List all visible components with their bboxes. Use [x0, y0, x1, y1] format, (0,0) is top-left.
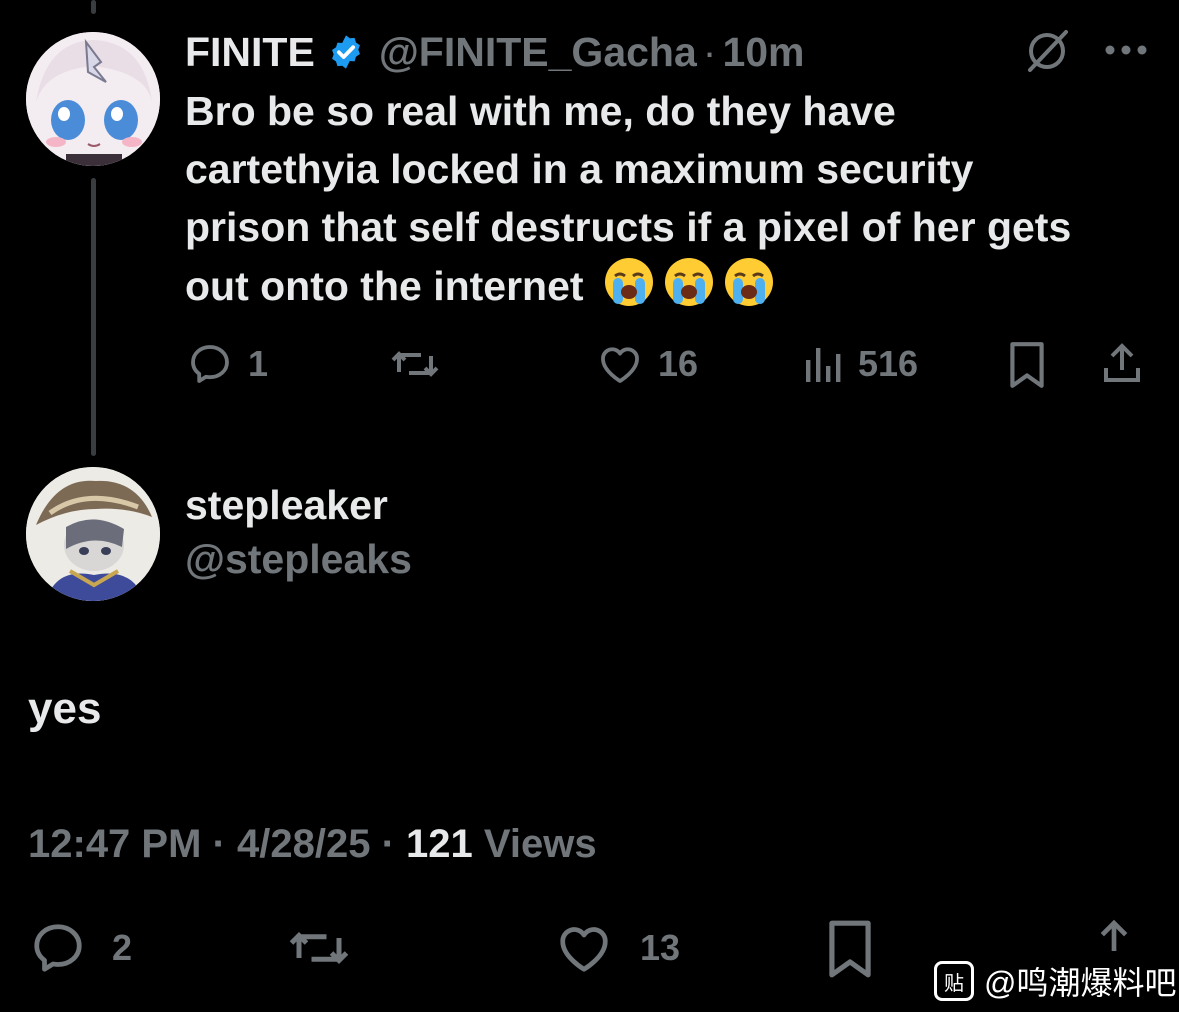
reply-icon — [34, 924, 82, 972]
timestamp-time[interactable]: 12:47 PM — [28, 822, 201, 866]
retweet-button[interactable] — [286, 918, 352, 978]
like-button[interactable]: 16 — [596, 340, 698, 388]
like-count: 13 — [640, 927, 681, 968]
timestamp-separator: · — [212, 822, 226, 866]
verified-badge-icon — [327, 33, 365, 71]
views-count: 121 — [406, 822, 473, 866]
watermark-text: @鸣潮爆料吧 — [984, 965, 1177, 1001]
author-display-name[interactable]: FINITE — [185, 29, 315, 76]
reply-button[interactable]: 1 — [186, 340, 268, 388]
views-button[interactable]: 516 — [802, 340, 918, 388]
thread-connector-line — [91, 178, 96, 456]
loudly-crying-face-icon — [723, 256, 775, 308]
timestamp-date[interactable]: 4/28/25 — [237, 822, 370, 866]
reply-author-display-name[interactable]: stepleaker — [185, 482, 388, 529]
stepleaker-avatar[interactable] — [26, 467, 160, 601]
view-count: 516 — [858, 343, 919, 384]
retweet-icon — [289, 931, 349, 965]
reply-author-handle[interactable]: @stepleaks — [185, 536, 412, 583]
views-bar-chart-icon — [806, 348, 841, 382]
tweet-time[interactable]: 10m — [722, 29, 804, 76]
watermark: 贴 @鸣潮爆料吧 — [934, 958, 1177, 1004]
author-handle[interactable]: @FINITE_Gacha — [379, 29, 697, 76]
share-icon — [1104, 343, 1140, 382]
reply-count: 2 — [112, 927, 133, 968]
like-count: 16 — [658, 343, 699, 384]
tweet-timestamp-line: 12:47 PM · 4/28/25 · 121 Views — [28, 822, 597, 867]
bookmark-icon — [829, 920, 871, 978]
share-button[interactable] — [1098, 340, 1146, 393]
loudly-crying-face-icon — [663, 256, 715, 308]
reply-icon — [191, 345, 229, 383]
header-separator: · — [702, 28, 717, 75]
timestamp-separator: · — [381, 822, 395, 866]
parent-tweet-header: FINITE @FINITE_Gacha · 10m — [185, 26, 805, 78]
more-options-icon[interactable] — [1104, 42, 1148, 63]
parent-tweet-text: Bro be so real with me, do they have car… — [185, 82, 1085, 315]
heart-icon — [601, 347, 639, 383]
bookmark-icon — [1010, 342, 1044, 388]
bookmark-button[interactable] — [1006, 340, 1048, 395]
reply-count: 1 — [248, 343, 269, 384]
bookmark-button[interactable] — [824, 918, 876, 985]
heart-icon — [560, 927, 608, 972]
finite-avatar[interactable] — [26, 32, 160, 166]
retweet-icon — [391, 351, 439, 377]
views-label: Views — [483, 822, 597, 866]
retweet-button[interactable] — [388, 340, 442, 388]
grok-icon[interactable] — [1024, 28, 1070, 79]
like-button[interactable]: 13 — [554, 918, 680, 978]
reply-tweet-text: yes — [28, 684, 102, 733]
thread-connector-line — [91, 0, 96, 14]
tieba-logo-icon: 贴 — [934, 961, 974, 1001]
loudly-crying-face-icon — [603, 256, 655, 308]
reply-button[interactable]: 2 — [28, 918, 132, 978]
